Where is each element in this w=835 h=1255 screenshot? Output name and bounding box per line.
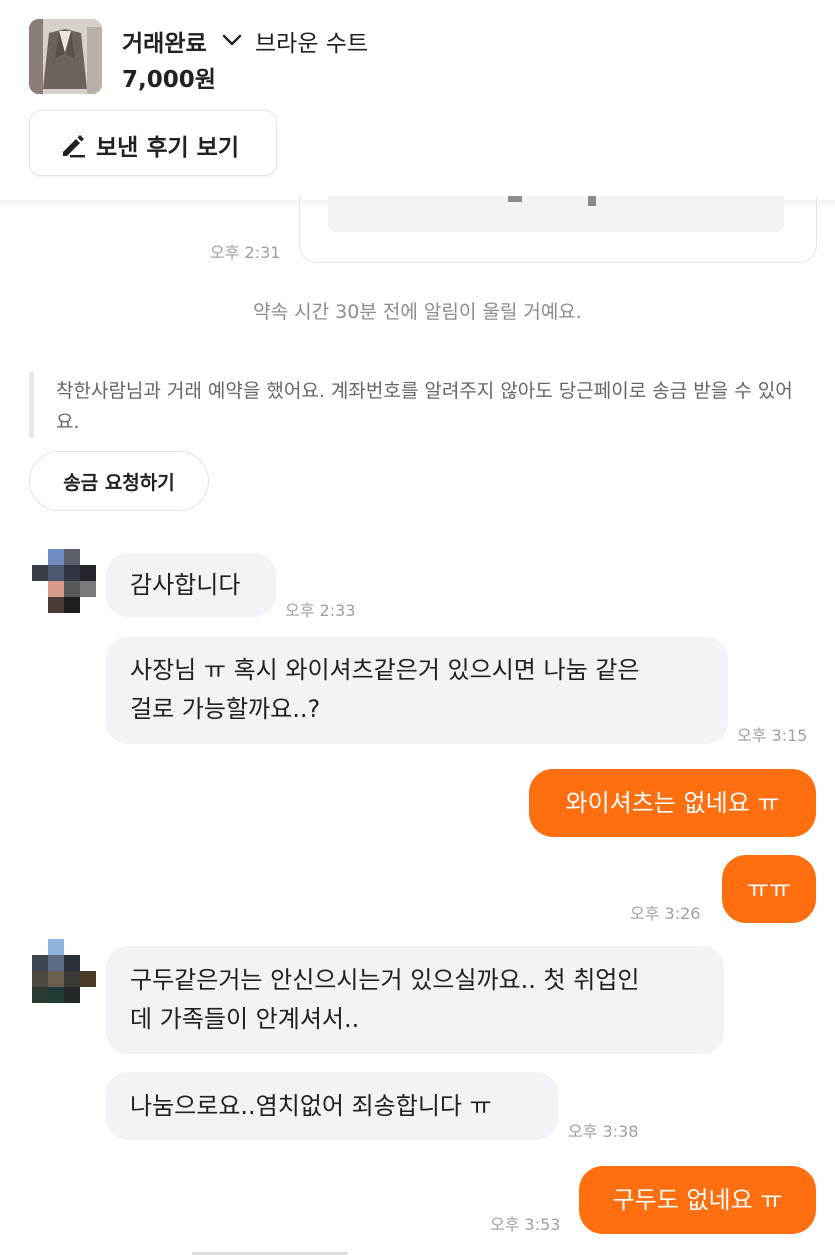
system-notice: 약속 시간 30분 전에 알림이 울릴 거예요.: [253, 301, 582, 323]
message-text-line1: 구두같은거는 안신으시는거 있으실까요.. 첫 취업인: [130, 966, 640, 994]
message-time: 오후 2:33: [285, 601, 356, 620]
trade-status-label[interactable]: 거래완료: [122, 24, 207, 58]
message-time: 오후 3:26: [630, 904, 701, 923]
payment-notice: 착한사람님과 거래 예약을 했어요. 계좌번호를 알려주지 않아도 당근페이로 …: [56, 380, 793, 433]
product-name[interactable]: 브라운 수트: [255, 24, 368, 58]
send-money-request-label: 송금 요청하기: [63, 472, 175, 494]
view-sent-review-label: 보낸 후기 보기: [96, 135, 239, 161]
chevron-down-icon[interactable]: [219, 27, 245, 53]
message-text: 구두도 없네요 ㅠ: [612, 1186, 783, 1214]
message-text: 와이셔츠는 없네요 ㅠ: [565, 789, 780, 817]
message-time: 오후 3:38: [568, 1122, 639, 1141]
pencil-icon: [63, 135, 85, 158]
message-text: ㅠㅠ: [746, 875, 792, 903]
product-price: 7,000원: [122, 67, 216, 93]
message-time: 오후 2:31: [210, 243, 281, 262]
message-text-line1: 사장님 ㅠ 혹시 와이셔츠같은거 있으시면 나눔 같은: [130, 656, 640, 684]
suit-image: [29, 19, 102, 94]
reservation-card-body: [328, 196, 784, 232]
avatar[interactable]: [32, 939, 96, 1003]
notice-quote-bar: [29, 372, 34, 438]
message-text: 나눔으로요..염치없어 죄송합니다 ㅠ: [130, 1092, 492, 1120]
message-text-line2: 걸로 가능할까요..?: [130, 695, 321, 723]
message-time: 오후 3:53: [490, 1215, 561, 1234]
message-text-line2: 데 가족들이 안계셔서..: [130, 1005, 360, 1033]
product-thumbnail[interactable]: [29, 19, 102, 94]
message-text: 감사합니다: [130, 571, 241, 599]
message-time: 오후 3:15: [737, 726, 808, 745]
avatar[interactable]: [32, 549, 96, 613]
